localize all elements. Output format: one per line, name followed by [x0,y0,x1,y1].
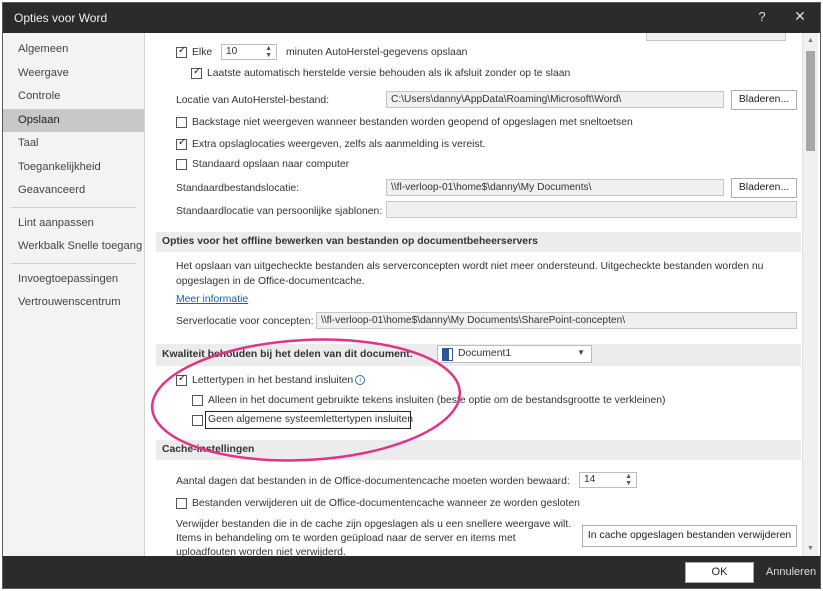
cache-days-stepper[interactable]: 14 ▲ ▼ [579,472,637,488]
only-used-chars-label: Alleen in het document gebruikte tekens … [208,395,666,406]
dialog-footer: OK Annuleren [3,556,820,588]
sidebar-item-werkbalk-snelle-toegang[interactable]: Werkbalk Snelle toegang [3,235,144,259]
autoherstel-location-field[interactable]: C:\Users\danny\AppData\Roaming\Microsoft… [386,91,724,108]
no-system-fonts-checkbox[interactable] [192,415,203,426]
backstage-label: Backstage niet weergeven wanneer bestand… [192,117,633,128]
ok-button[interactable]: OK [685,562,754,583]
document-dropdown[interactable]: Document1 ▼ [437,345,592,363]
scrollbar-thumb[interactable] [806,51,815,151]
browse-autoherstel-button[interactable]: Bladeren... [731,90,797,110]
server-location-label: Serverlocatie voor concepten: [176,316,314,327]
delete-desc-3: uploadfouten worden niet verwijderd. [176,547,346,556]
cache-days-value: 14 [584,474,596,485]
sidebar-item-weergave[interactable]: Weergave [3,62,144,86]
delete-desc-1: Verwijder bestanden die in de cache zijn… [176,519,572,530]
only-used-chars-checkbox[interactable] [192,395,203,406]
help-icon[interactable]: ? [752,9,772,24]
fidelity-header-text: Kwaliteit behouden bij het delen van dit… [162,349,414,360]
sidebar-item-geavanceerd[interactable]: Geavanceerd [3,179,144,203]
sidebar-item-lint-aanpassen[interactable]: Lint aanpassen [3,212,144,236]
delete-on-close-checkbox[interactable] [176,498,187,509]
default-location-label: Standaardbestandslocatie: [176,183,300,194]
minutes-stepper[interactable]: 10 ▲ ▼ [221,44,277,60]
sidebar: Algemeen Weergave Controle Opslaan Taal … [3,33,145,556]
chevron-down-icon: ▼ [577,348,585,357]
extra-locations-label: Extra opslaglocaties weergeven, zelfs al… [192,139,486,150]
delete-desc-2: Items in behandeling om te worden geüplo… [176,533,516,544]
autoherstel-location-label: Locatie van AutoHerstel-bestand: [176,95,330,106]
server-location-field[interactable]: \\fl-verloop-01\home$\danny\My Documents… [316,312,797,329]
cache-section-header: Cache-instellingen [156,440,801,460]
default-computer-checkbox[interactable] [176,159,187,170]
stepper-arrows-icon[interactable]: ▲ ▼ [265,45,272,59]
offline-section-header: Opties voor het offline bewerken van bes… [156,232,801,252]
backstage-checkbox[interactable] [176,117,187,128]
options-dialog: Opties voor Word ? ✕ Algemeen Weergave C… [2,2,821,589]
sidebar-item-taal[interactable]: Taal [3,132,144,156]
more-info-link[interactable]: Meer informatie [176,294,248,305]
delete-cache-button[interactable]: In cache opgeslagen bestanden verwijdere… [582,525,797,547]
keep-last-checkbox[interactable] [191,66,202,79]
vertical-scrollbar[interactable]: ▲ ▼ [802,33,818,556]
sidebar-item-vertrouwenscentrum[interactable]: Vertrouwenscentrum [3,291,144,315]
sidebar-item-invoegtoepassingen[interactable]: Invoegtoepassingen [3,268,144,292]
autoherstel-checkbox[interactable] [176,45,187,58]
word-document-icon [442,348,453,361]
title-bar: Opties voor Word ? ✕ [3,3,820,33]
window-title: Opties voor Word [14,11,108,25]
info-icon[interactable]: i [355,375,366,385]
close-icon[interactable]: ✕ [790,8,810,25]
extra-locations-checkbox[interactable] [176,137,187,150]
minutes-value: 10 [226,46,238,57]
screenshot-frame: Opties voor Word ? ✕ Algemeen Weergave C… [0,0,823,591]
keep-last-label: Laatste automatisch herstelde versie beh… [207,68,571,79]
offline-description-2: opgeslagen in de Office-documentcache. [176,276,365,287]
sidebar-item-toegankelijkheid[interactable]: Toegankelijkheid [3,156,144,180]
options-content: Elke 10 ▲▼ minuten AutoHerstel-gegevens … [146,33,801,556]
sidebar-item-opslaan[interactable]: Opslaan [3,108,144,132]
scroll-up-icon[interactable]: ▲ [807,37,814,44]
stepper-arrows-icon[interactable]: ▲ ▼ [625,473,632,487]
templates-location-field[interactable] [386,201,797,218]
delete-on-close-label: Bestanden verwijderen uit de Office-docu… [192,498,580,509]
autoherstel-label: minuten AutoHerstel-gegevens opslaan [286,47,468,58]
cache-days-label: Aantal dagen dat bestanden in de Office-… [176,476,570,487]
embed-fonts-label: Lettertypen in het bestand insluiten [192,375,354,386]
offline-description-1: Het opslaan van uitgecheckte bestanden a… [176,261,764,272]
cancel-button[interactable]: Annuleren [760,562,820,583]
templates-location-label: Standaardlocatie van persoonlijke sjablo… [176,206,383,217]
elke-label: Elke [192,47,213,58]
sidebar-divider [11,262,136,264]
sidebar-item-algemeen[interactable]: Algemeen [3,38,144,62]
embed-fonts-row: Lettertypen in het bestand insluiten i [192,375,366,386]
sidebar-item-controle[interactable]: Controle [3,85,144,109]
default-computer-label: Standaard opslaan naar computer [192,159,350,170]
clipped-field [646,33,786,41]
default-location-field[interactable]: \\fl-verloop-01\home$\danny\My Documents… [386,179,724,196]
embed-fonts-checkbox[interactable] [176,373,187,386]
no-system-fonts-label: Geen algemene systeemlettertypen insluit… [208,414,414,425]
scroll-down-icon[interactable]: ▼ [807,545,814,552]
browse-default-button[interactable]: Bladeren... [731,178,797,198]
document-dropdown-value: Document1 [458,348,512,359]
sidebar-divider [11,206,136,208]
